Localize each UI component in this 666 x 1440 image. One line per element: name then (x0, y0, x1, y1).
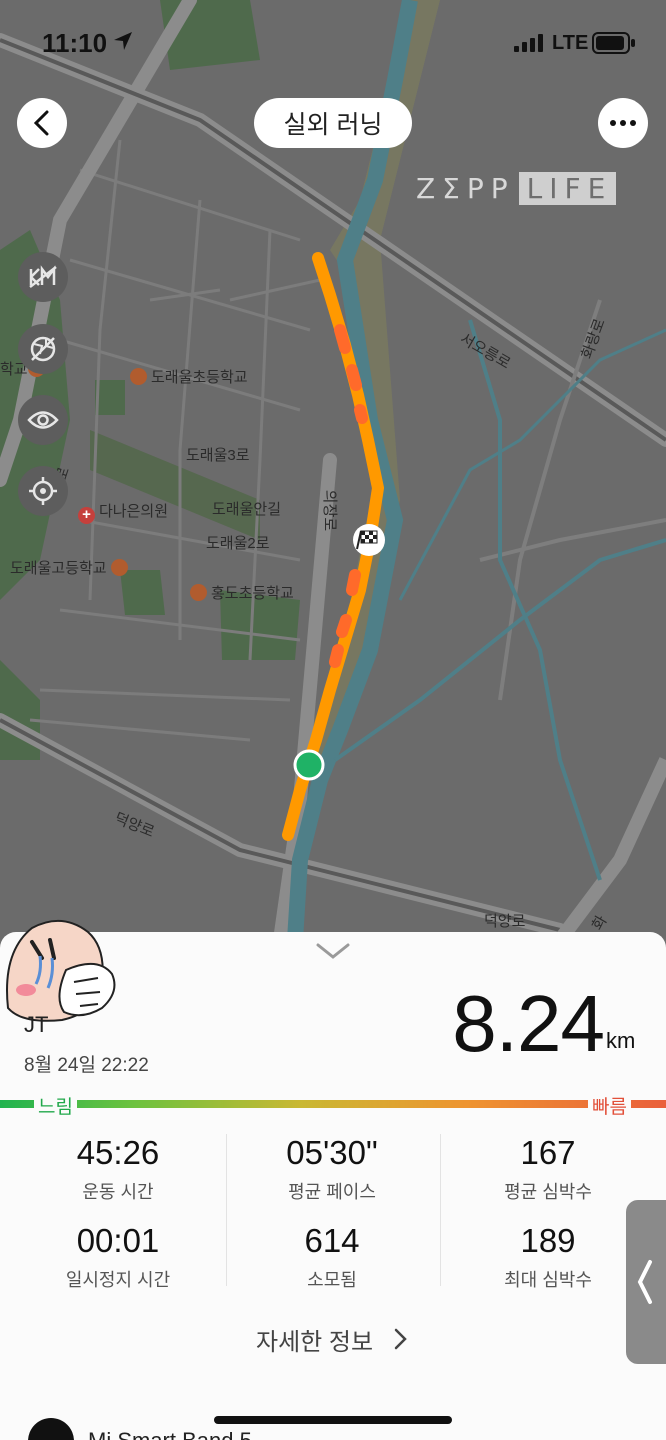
clock: 11:10 (42, 28, 108, 58)
map-label-uijangro: 의장로 (321, 489, 339, 532)
chevron-left-icon (33, 110, 49, 136)
stat-value: 167 (520, 1134, 576, 1171)
stat-label: 운동 시간 (82, 1182, 154, 1202)
stat-duration: 45:26 운동 시간 (8, 1134, 228, 1204)
globe-off-icon (30, 336, 56, 362)
band-icon (28, 1418, 74, 1440)
stat-label: 최대 심박수 (504, 1270, 592, 1290)
stat-value: 45:26 (76, 1134, 160, 1171)
stat-value: 00:01 (76, 1222, 160, 1259)
stat-value: 614 (304, 1222, 360, 1259)
map-layer-toggle[interactable] (18, 324, 68, 374)
map-label-doraeul-3ro: 도래울3로 (186, 447, 250, 464)
brand-right: LIFE (518, 172, 617, 205)
stat-calories: 614 소모됨 (222, 1222, 442, 1292)
crosshair-icon (29, 477, 57, 505)
chevron-left-icon (637, 1260, 652, 1304)
workout-type-title: 실외 러닝 (254, 98, 412, 148)
km-off-icon (29, 265, 57, 288)
back-button[interactable] (17, 98, 67, 148)
stat-max-heart-rate: 189 최대 심박수 (438, 1222, 658, 1292)
avatar[interactable] (2, 912, 120, 1024)
home-indicator[interactable] (214, 1416, 452, 1424)
pace-scale-slow-label: 느림 (34, 1092, 77, 1119)
location-arrow-icon (112, 30, 134, 57)
pace-scale-fast-label: 빠름 (588, 1092, 631, 1119)
stat-avg-pace: 05'30" 평균 페이스 (222, 1134, 442, 1204)
map-label-doraeul-2ro: 도래울2로 (206, 535, 270, 552)
more-dots-icon (610, 120, 636, 126)
eye-icon (27, 411, 59, 429)
stat-avg-heart-rate: 167 평균 심박수 (438, 1134, 658, 1204)
network-type: LTE (552, 32, 589, 54)
visibility-toggle[interactable] (18, 395, 68, 445)
recenter-button[interactable] (18, 466, 68, 516)
chevron-down-icon (316, 943, 350, 959)
pace-color-scale (0, 1100, 666, 1108)
status-bar: 11:10 LTE (0, 28, 666, 60)
map-label-deokyangro-2: 덕양로 (484, 913, 526, 930)
username: JT (24, 1012, 49, 1037)
stat-label: 일시정지 시간 (65, 1270, 171, 1290)
side-drawer-handle[interactable] (626, 1200, 666, 1364)
chevron-right-icon[interactable] (394, 1328, 408, 1355)
map-label-hongdo-elementary: 홍도초등학교 (190, 582, 294, 603)
stat-value: 189 (520, 1222, 576, 1259)
workout-date: 8월 24일 22:22 (24, 1055, 149, 1076)
map-label-clinic: + 다나은의원 (78, 500, 168, 524)
collapse-panel-button[interactable] (316, 942, 350, 965)
detail-info-link[interactable]: 자세한 정보 (256, 1322, 373, 1357)
battery-icon (592, 32, 636, 59)
device-name: Mi Smart Band 5 (88, 1428, 252, 1440)
brand-watermark: ZΣPP LIFE (416, 172, 617, 205)
stat-pause-time: 00:01 일시정지 시간 (8, 1222, 228, 1292)
brand-left: ZΣPP (416, 172, 515, 205)
stat-label: 평균 페이스 (288, 1182, 376, 1202)
map-label-doraeul-elementary: 도래울초등학교 (130, 366, 248, 387)
distance-unit: km (606, 1028, 636, 1053)
signal-icon (514, 34, 544, 57)
more-button[interactable] (598, 98, 648, 148)
distance-value: 8.24 (452, 979, 605, 1068)
stat-label: 평균 심박수 (504, 1182, 592, 1202)
stat-value: 05'30" (286, 1134, 378, 1171)
stat-label: 소모됨 (307, 1270, 357, 1290)
map-label-doraeul-angil: 도래울안길 (212, 501, 282, 518)
km-marker-toggle[interactable] (18, 252, 68, 302)
map-label-doraeul-high: 도래울고등학교 (10, 557, 132, 578)
